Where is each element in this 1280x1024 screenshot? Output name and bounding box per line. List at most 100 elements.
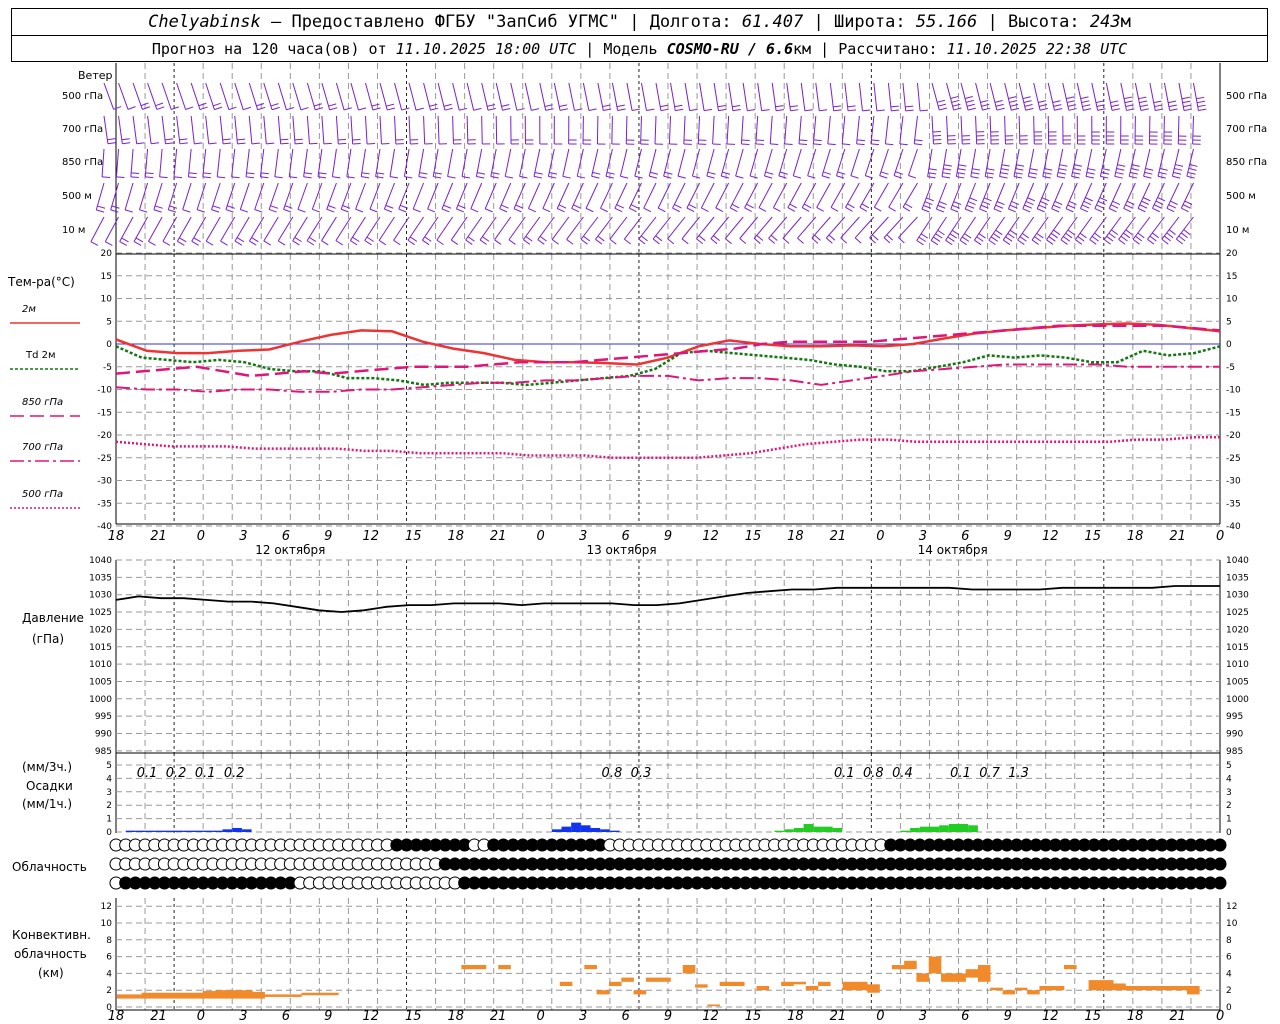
wind-barb-feather — [415, 107, 424, 111]
wind-barb-feather — [343, 107, 352, 111]
wind-barb — [941, 148, 952, 179]
wind-barb-feather — [953, 201, 962, 206]
wind-barb-feather — [1161, 238, 1169, 245]
wind-barb — [706, 148, 716, 179]
wind-level-label: 500 гПа — [62, 91, 103, 102]
x-tick-label-bottom: 21 — [1169, 1009, 1186, 1024]
wind-barb-feather — [549, 171, 558, 175]
wind-barb — [935, 182, 947, 213]
wind-barb — [522, 216, 541, 245]
wind-barb-staff — [481, 115, 483, 145]
wind-barb-feather — [1067, 204, 1076, 209]
wind-barb-staff — [778, 148, 788, 177]
wind-barb — [173, 148, 183, 179]
wind-barb-feather — [943, 164, 952, 167]
wind-barb-feather — [837, 171, 846, 175]
wind-barb-staff — [216, 148, 221, 177]
pressure-tick-right: 995 — [1226, 712, 1243, 722]
wind-barb-feather — [964, 233, 972, 239]
wind-barb-feather — [306, 240, 315, 246]
wind-barb-staff — [118, 115, 123, 144]
wind-barb-feather — [121, 138, 130, 141]
x-tick-label-bottom: 9 — [1004, 1009, 1012, 1024]
cloud-symbol — [1213, 857, 1227, 871]
wind-barb-feather — [638, 238, 646, 245]
wind-barb-feather — [793, 175, 802, 179]
wind-barb-feather — [499, 208, 508, 213]
wind-barb-feather — [718, 108, 727, 112]
wind-barb-feather — [533, 175, 542, 179]
wind-barb-feather — [862, 109, 871, 112]
wind-barb — [553, 82, 568, 111]
wind-barb-feather — [597, 235, 605, 242]
wind-barb-feather — [476, 176, 485, 179]
wind-barb-feather — [145, 172, 154, 175]
conv-tick-right: 12 — [1226, 902, 1237, 912]
wind-barb — [988, 216, 1006, 246]
x-tick-label-bottom: 6 — [961, 1009, 969, 1024]
wind-barb — [964, 182, 978, 213]
wind-barb-staff — [902, 82, 907, 111]
wind-barb-staff — [139, 182, 149, 210]
wind-barb — [916, 82, 929, 112]
wind-barb-feather — [775, 109, 785, 112]
wind-barb-feather — [1058, 168, 1067, 171]
wind-barb-feather — [1166, 232, 1174, 239]
wind-barb — [263, 115, 275, 145]
precip-bar-blue — [222, 829, 233, 832]
wind-barb-feather — [168, 209, 177, 213]
wind-barb-feather — [876, 109, 885, 112]
wind-barb-feather — [1014, 172, 1023, 175]
pressure-tick-left: 1035 — [89, 573, 112, 583]
wind-barb-feather — [732, 108, 741, 112]
conv-tick-right: 0 — [1226, 1003, 1232, 1013]
wind-barb-feather — [603, 108, 612, 111]
wind-barb-feather — [1085, 175, 1094, 179]
wind-barb-feather — [842, 143, 851, 146]
wind-barb — [153, 182, 163, 213]
wind-barb — [239, 182, 250, 213]
wind-barb-feather — [193, 237, 201, 243]
wind-barb-feather — [297, 208, 306, 213]
wind-barb-feather — [153, 209, 162, 213]
wind-barb-staff — [706, 148, 715, 177]
wind-barb-feather — [461, 176, 470, 179]
wind-barb-staff — [960, 82, 969, 111]
wind-barb-staff — [436, 216, 454, 241]
precip-bar-blue — [609, 830, 620, 832]
wind-barb-feather — [891, 109, 900, 112]
wind-barb — [960, 82, 976, 111]
pressure-tick-left: 1000 — [89, 695, 112, 705]
wind-barb-feather — [562, 175, 571, 179]
wind-barb-feather — [1096, 204, 1104, 209]
wind-barb-feather — [928, 168, 937, 171]
conv-bar — [695, 984, 708, 988]
wind-barb — [504, 148, 514, 179]
wind-barb-feather — [1110, 204, 1119, 209]
wind-barb-staff — [335, 115, 339, 144]
wind-barb-feather — [366, 236, 374, 242]
wind-barb-staff — [742, 82, 748, 111]
wind-barb-feather — [1196, 100, 1205, 104]
wind-barb — [654, 115, 664, 145]
wind-barb — [539, 115, 548, 145]
wind-barb — [864, 148, 875, 179]
wind-barb-feather — [329, 107, 338, 111]
wind-barb-feather — [523, 239, 531, 245]
precip-bar-blue — [571, 822, 581, 832]
wind-barb-staff — [248, 115, 253, 144]
wind-barb — [970, 148, 981, 179]
wind-barb-feather — [531, 108, 540, 111]
wind-barb — [1018, 115, 1028, 145]
wind-barb — [835, 148, 846, 179]
wind-barb-feather — [688, 203, 697, 209]
conv-bar — [719, 981, 733, 986]
wind-barb-feather — [996, 201, 1005, 206]
wind-barb-feather — [588, 108, 597, 111]
wind-barb-staff — [735, 148, 744, 177]
wind-barb — [699, 82, 713, 112]
wind-barb-feather — [657, 207, 666, 213]
wind-barb-feather — [602, 104, 611, 108]
wind-barb-feather — [1141, 200, 1149, 205]
wind-barb-feather — [899, 143, 908, 146]
